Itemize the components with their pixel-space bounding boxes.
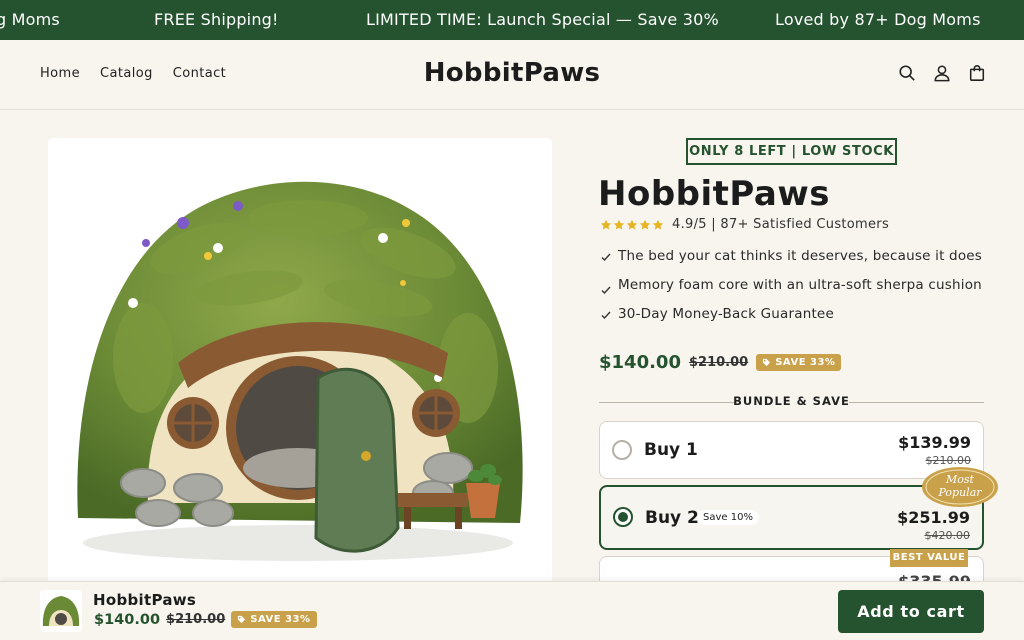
add-to-cart-button[interactable]: Add to cart: [838, 590, 984, 633]
low-stock-badge: ONLY 8 LEFT | LOW STOCK: [686, 138, 897, 165]
bundle-option-price: $139.99: [898, 433, 971, 452]
thumbnail-image: [42, 596, 80, 626]
divider: [849, 402, 984, 403]
star-icon: [613, 219, 625, 229]
most-popular-seal: Most Popular: [922, 467, 998, 507]
tag-icon: [238, 615, 246, 624]
cart-icon[interactable]: [968, 64, 986, 82]
main-nav: Home Catalog Contact: [40, 66, 226, 81]
check-icon: [601, 286, 611, 295]
star-icon: [626, 219, 638, 229]
rating-text: 4.9/5 | 87+ Satisfied Customers: [672, 217, 890, 232]
sticky-save-badge-text: SAVE 33%: [250, 614, 311, 625]
seal-text: Most: [945, 473, 975, 486]
nav-link-home[interactable]: Home: [40, 66, 80, 81]
bundle-option-label: Buy 1: [644, 440, 698, 460]
check-icon: [601, 311, 611, 320]
header-icons: [898, 64, 986, 82]
bundle-option-compare-price: $420.00: [924, 529, 971, 542]
sticky-save-badge: SAVE 33%: [231, 611, 317, 628]
rating-stars: [600, 219, 664, 231]
bundle-option-price: $251.99: [897, 508, 970, 527]
product-image[interactable]: [48, 138, 552, 588]
account-icon[interactable]: [933, 64, 951, 82]
radio-button[interactable]: [612, 440, 632, 460]
sticky-price-row: $140.00 $210.00 SAVE 33%: [94, 611, 317, 628]
hobbit-house-bed-illustration: [77, 181, 523, 561]
benefit-text: 30-Day Money-Back Guarantee: [618, 306, 834, 322]
save-badge: SAVE 33%: [756, 354, 842, 371]
benefit-item: Memory foam core with an ultra-soft sher…: [600, 277, 992, 295]
bundle-option-label: Buy 2: [645, 508, 699, 528]
search-icon[interactable]: [898, 64, 916, 82]
best-value-badge: BEST VALUE: [890, 549, 968, 567]
compare-price: $210.00: [688, 355, 749, 370]
star-icon: [639, 219, 651, 229]
announcement-bar: g Moms FREE Shipping! LIMITED TIME: Laun…: [0, 0, 1024, 40]
sticky-sale-price: $140.00: [94, 611, 161, 628]
benefit-item: 30-Day Money-Back Guarantee: [600, 306, 992, 323]
sale-price: $140.00: [599, 352, 681, 373]
rating-row: 4.9/5 | 87+ Satisfied Customers: [600, 217, 889, 232]
benefit-list: The bed your cat thinks it deserves, bec…: [600, 248, 992, 323]
benefit-text: Memory foam core with an ultra-soft sher…: [618, 277, 982, 293]
product-title: HobbitPaws: [598, 174, 830, 214]
sticky-cart-bar: HobbitPaws $140.00 $210.00 SAVE 33% Add …: [0, 581, 1024, 640]
radio-button-selected[interactable]: [613, 507, 633, 527]
nav-link-catalog[interactable]: Catalog: [100, 66, 153, 81]
bundle-heading: BUNDLE & SAVE: [599, 394, 984, 410]
save-pill: Save 10%: [697, 510, 759, 525]
benefit-item: The bed your cat thinks it deserves, bec…: [600, 248, 992, 265]
tag-icon: [763, 358, 771, 367]
announcement-message: Loved by 87+ Dog Moms: [775, 10, 981, 29]
sticky-product-thumbnail: [40, 590, 82, 632]
sticky-product-title: HobbitPaws: [93, 591, 197, 609]
announcement-message: LIMITED TIME: Launch Special — Save 30%: [366, 10, 719, 29]
benefit-text: The bed your cat thinks it deserves, bec…: [618, 248, 983, 264]
check-icon: [601, 253, 611, 262]
announcement-message: FREE Shipping!: [154, 10, 279, 29]
sticky-compare-price: $210.00: [166, 612, 226, 627]
price-row: $140.00 $210.00 SAVE 33%: [599, 352, 842, 373]
announcement-message: g Moms: [0, 10, 60, 29]
site-logo[interactable]: HobbitPaws: [424, 58, 601, 88]
nav-link-contact[interactable]: Contact: [173, 66, 226, 81]
star-icon: [652, 219, 664, 229]
bundle-heading-text: BUNDLE & SAVE: [733, 394, 850, 408]
save-badge-text: SAVE 33%: [775, 357, 836, 368]
star-icon: [600, 219, 612, 229]
site-header: Home Catalog Contact HobbitPaws: [0, 40, 1024, 110]
seal-text: Popular: [937, 486, 982, 499]
